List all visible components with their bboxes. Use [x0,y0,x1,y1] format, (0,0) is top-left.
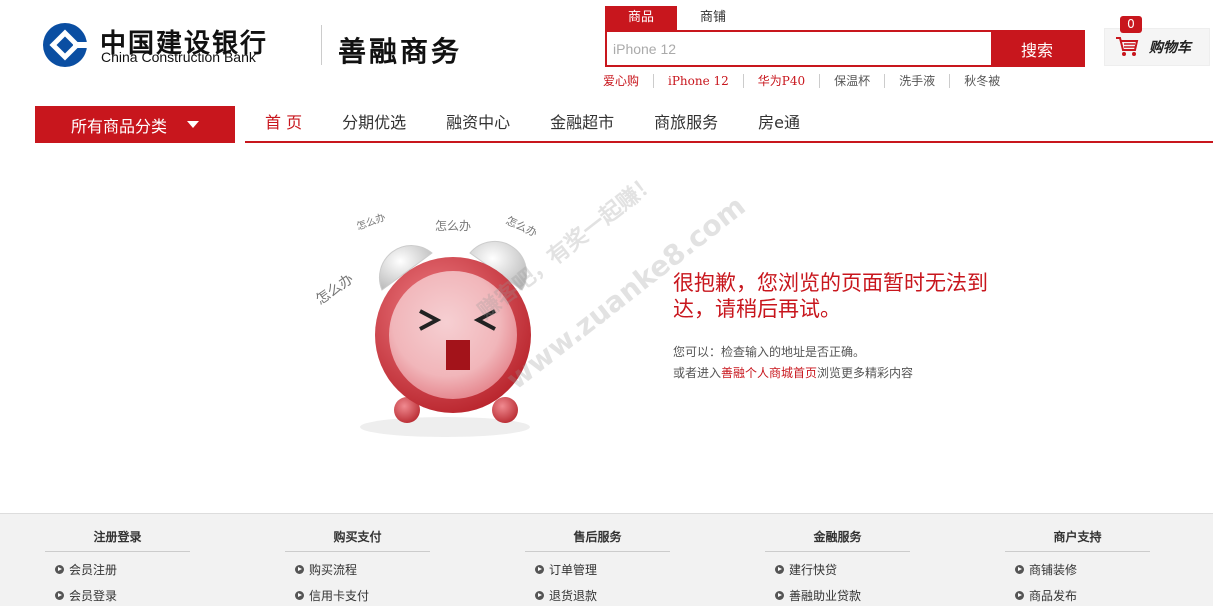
error-hint-home: 或者进入善融个人商城首页浏览更多精彩内容 [673,364,913,381]
mall-name[interactable]: 善融商务 [338,30,462,70]
nav-finance-market[interactable]: 金融超市 [530,106,634,141]
bank-name-en: China Construction Bank [101,49,256,65]
nav-house[interactable]: 房e通 [738,106,820,141]
nav-home[interactable]: 首 页 [245,106,322,141]
error-title: 很抱歉，您浏览的页面暂时无法到达，请稍后再试。 [673,271,988,321]
footer-col-aftersales: 售后服务 订单管理 退货退款 [525,528,680,604]
hot-word[interactable]: 爱心购 [603,74,653,88]
footer-col-title: 注册登录 [45,528,190,552]
footer-link-label: 商铺装修 [1029,563,1078,577]
arrow-bullet-icon [775,591,784,600]
footer-link[interactable]: 订单管理 [525,561,680,578]
tab-goods[interactable]: 商品 [605,6,677,30]
nav-financing[interactable]: 融资中心 [426,106,530,141]
footer-col-title: 购买支付 [285,528,430,552]
footer-link-label: 会员登录 [69,589,118,603]
cart-count-badge: 0 [1120,16,1142,33]
footer-link-label: 建行快贷 [789,563,838,577]
arrow-bullet-icon [1015,591,1024,600]
tab-shops[interactable]: 商铺 [677,6,749,30]
footer-link-label: 商品发布 [1029,589,1078,603]
clock-word: 怎么办 [355,210,388,232]
hot-word[interactable]: 华为P40 [742,74,819,88]
arrow-bullet-icon [775,565,784,574]
footer-col-register: 注册登录 会员注册 会员登录 [45,528,200,604]
all-categories-button[interactable]: 所有商品分类 [35,106,235,143]
clock-word: 怎么办 [504,213,540,240]
footer-link[interactable]: 商铺装修 [1005,561,1160,578]
cart-label: 购物车 [1149,40,1191,56]
arrow-bullet-icon [535,591,544,600]
footer-link[interactable]: 退货退款 [525,587,680,604]
arrow-bullet-icon [295,565,304,574]
footer-col-title: 金融服务 [765,528,910,552]
arrow-bullet-icon [55,591,64,600]
footer-link[interactable]: 商品发布 [1005,587,1160,604]
mall-home-link[interactable]: 善融个人商城首页 [721,366,817,380]
footer-col-title: 售后服务 [525,528,670,552]
nav-divider [245,141,1213,143]
chevron-down-icon [187,121,199,128]
footer-link[interactable]: 善融助业贷款 [765,587,920,604]
footer-link[interactable]: 会员注册 [45,561,200,578]
alarm-clock-illustration: 怎么办 怎么办 怎么办 怎么办 [313,210,540,437]
nav-travel[interactable]: 商旅服务 [634,106,738,141]
error-hint-prefix: 或者进入 [673,366,722,380]
arrow-bullet-icon [55,565,64,574]
cart-button[interactable]: 购物车 [1104,28,1210,66]
arrow-bullet-icon [295,591,304,600]
footer-link[interactable]: 建行快贷 [765,561,920,578]
footer-col-payment: 购买支付 购买流程 信用卡支付 [285,528,440,604]
error-hint-check: 您可以：检查输入的地址是否正确。 [673,345,866,359]
footer: 注册登录 会员注册 会员登录 购买支付 购买流程 信用卡支付 售后服务 订单管理… [0,513,1213,606]
footer-col-finance: 金融服务 建行快贷 善融助业贷款 [765,528,920,604]
main-nav: 首 页 分期优选 融资中心 金融超市 商旅服务 房e通 [245,106,820,141]
footer-link-label: 退货退款 [549,589,598,603]
footer-link-label: 订单管理 [549,563,598,577]
footer-col-merchant: 商户支持 商铺装修 商品发布 [1005,528,1160,604]
all-categories-label: 所有商品分类 [70,116,167,136]
arrow-bullet-icon [1015,565,1024,574]
footer-link[interactable]: 购买流程 [285,561,440,578]
hot-word[interactable]: 洗手液 [884,74,949,88]
footer-link-label: 购买流程 [309,563,358,577]
shopping-cart-icon [1116,37,1139,56]
arrow-bullet-icon [535,565,544,574]
ccb-logo-icon[interactable] [40,22,90,68]
search-tabs: 商品 商铺 [605,6,749,30]
hot-word[interactable]: 保温杯 [819,74,884,88]
search-input[interactable] [607,32,991,65]
footer-col-title: 商户支持 [1005,528,1150,552]
clock-word: 怎么办 [313,271,357,308]
hot-words: 爱心购 iPhone 12 华为P40 保温杯 洗手液 秋冬被 [603,74,1014,88]
hot-word[interactable]: iPhone 12 [653,74,743,88]
nav-installment[interactable]: 分期优选 [322,106,426,141]
footer-link-label: 信用卡支付 [309,589,370,603]
footer-link-label: 会员注册 [69,563,118,577]
hot-word[interactable]: 秋冬被 [949,74,1014,88]
page: 中国建设银行 China Construction Bank 善融商务 商品 商… [0,0,1213,606]
search-button[interactable]: 搜索 [991,32,1083,65]
error-hint-suffix: 浏览更多精彩内容 [817,366,914,380]
brand-divider [321,25,322,65]
footer-link[interactable]: 信用卡支付 [285,587,440,604]
footer-link-label: 善融助业贷款 [789,589,862,603]
search-box: 搜索 [605,30,1085,67]
clock-word: 怎么办 [435,218,471,233]
footer-link[interactable]: 会员登录 [45,587,200,604]
